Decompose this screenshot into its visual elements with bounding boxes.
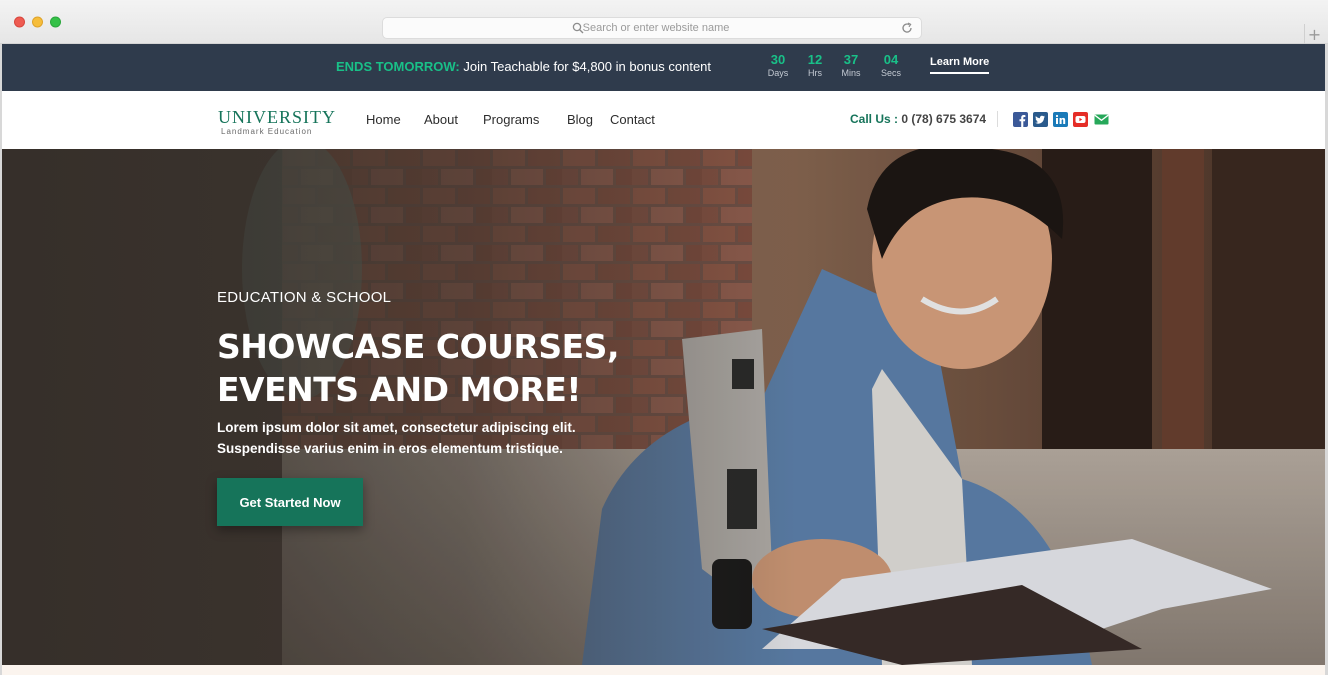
hero-eyebrow: EDUCATION & SCHOOL xyxy=(217,289,392,306)
call-us[interactable]: Call Us : 0 (78) 675 3674 xyxy=(850,112,986,126)
announcement-accent: ENDS TOMORROW: xyxy=(336,59,460,74)
hero-description-line-1: Lorem ipsum dolor sit amet, consectetur … xyxy=(217,420,576,435)
new-tab-button[interactable]: + xyxy=(1304,24,1324,44)
get-started-button[interactable]: Get Started Now xyxy=(217,478,363,526)
nav-divider xyxy=(997,111,998,127)
nav-link-contact[interactable]: Contact xyxy=(610,112,655,127)
hero-description: Lorem ipsum dolor sit amet, consectetur … xyxy=(217,417,576,459)
minimize-window-button[interactable] xyxy=(32,16,43,28)
countdown-days-value: 30 xyxy=(770,52,786,67)
countdown-hours-value: 12 xyxy=(807,52,823,67)
call-label: Call Us : xyxy=(850,112,899,126)
hero-title: SHOWCASE COURSES, EVENTS AND MORE! xyxy=(217,325,620,411)
maximize-window-button[interactable] xyxy=(50,16,61,28)
main-navigation: UNIVERSITY Landmark Education Home About… xyxy=(2,91,1325,149)
close-window-button[interactable] xyxy=(14,16,25,28)
nav-link-programs[interactable]: Programs xyxy=(483,112,539,127)
logo-title[interactable]: UNIVERSITY xyxy=(218,107,336,128)
countdown-minutes: 37 Mins xyxy=(836,52,866,79)
countdown-hours-label: Hrs xyxy=(808,68,822,78)
search-icon xyxy=(572,22,584,34)
hero-section: EDUCATION & SCHOOL SHOWCASE COURSES, EVE… xyxy=(2,149,1325,665)
phone-number: 0 (78) 675 3674 xyxy=(898,112,987,126)
youtube-icon[interactable] xyxy=(1073,112,1088,127)
countdown-minutes-label: Mins xyxy=(841,68,861,78)
announcement-bar: ENDS TOMORROW: Join Teachable for $4,800… xyxy=(2,44,1325,91)
hero-title-line-2: EVENTS AND MORE! xyxy=(217,370,581,409)
nav-link-blog[interactable]: Blog xyxy=(567,112,593,127)
email-icon[interactable] xyxy=(1094,112,1109,127)
nav-link-about[interactable]: About xyxy=(424,112,458,127)
countdown-seconds: 04 Secs xyxy=(876,52,906,79)
nav-link-home[interactable]: Home xyxy=(366,112,401,127)
twitter-icon[interactable] xyxy=(1033,112,1048,127)
countdown-minutes-value: 37 xyxy=(843,52,859,67)
countdown-days: 30 Days xyxy=(763,52,793,79)
browser-chrome: Search or enter website name + xyxy=(0,0,1328,44)
countdown-days-label: Days xyxy=(767,68,789,78)
learn-more-link[interactable]: Learn More xyxy=(930,56,990,74)
announcement-message: ENDS TOMORROW: Join Teachable for $4,800… xyxy=(336,59,711,74)
facebook-icon[interactable] xyxy=(1013,112,1028,127)
countdown-hours: 12 Hrs xyxy=(800,52,830,79)
address-bar-placeholder: Search or enter website name xyxy=(582,22,730,34)
next-section-edge xyxy=(2,665,1325,675)
logo-subtitle[interactable]: Landmark Education xyxy=(221,127,312,136)
hero-title-line-1: SHOWCASE COURSES, xyxy=(217,327,620,366)
reload-icon[interactable] xyxy=(901,22,913,34)
announcement-text: Join Teachable for $4,800 in bonus conte… xyxy=(459,59,712,74)
linkedin-icon[interactable] xyxy=(1053,112,1068,127)
hero-background-photo xyxy=(2,149,1325,665)
countdown-seconds-value: 04 xyxy=(883,52,899,67)
hero-description-line-2: Suspendisse varius enim in eros elementu… xyxy=(217,441,563,456)
address-bar[interactable]: Search or enter website name xyxy=(382,17,922,39)
countdown-seconds-label: Secs xyxy=(880,68,901,78)
